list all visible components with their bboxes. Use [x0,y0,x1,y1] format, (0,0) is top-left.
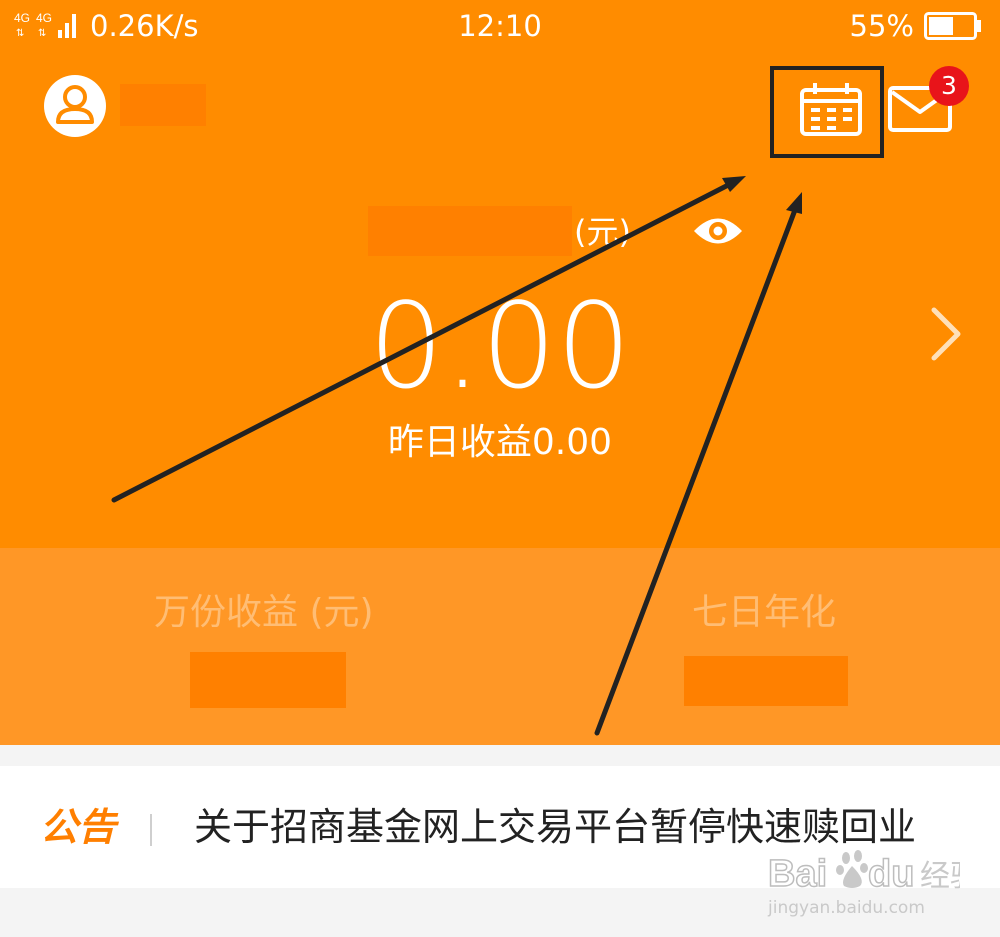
battery-icon [924,12,981,40]
details-chevron[interactable] [924,306,964,362]
calendar-button[interactable] [770,66,884,158]
per-10k-value-redacted [190,652,346,708]
stats-band [0,548,1000,745]
divider [150,814,152,846]
unread-badge: 3 [929,66,969,106]
user-icon [56,85,94,124]
notice-tag: 公告 [40,805,117,849]
per-10k-label: 万份收益 (元) [154,592,374,633]
svg-text:经验: 经验 [920,859,960,894]
status-bar: 4G 4G ⇅ ⇅ 0.26K/s 12:10 55% [0,0,1000,52]
watermark-url: jingyan.baidu.com [768,898,925,918]
username-redacted [120,84,206,126]
eye-icon [694,218,742,244]
seven-day-value-redacted [684,656,848,706]
avatar[interactable] [44,75,106,137]
chevron-right-icon [931,307,961,361]
battery-percent: 55% [849,9,914,43]
balance-amount[interactable]: 0.00 [0,282,1000,410]
svg-text:Bai: Bai [768,853,827,895]
seven-day-label: 七日年化 [692,592,837,633]
label-redacted [368,206,572,256]
yesterday-earnings: 昨日收益0.00 [387,422,613,463]
calendar-icon [800,83,862,136]
svg-text:du: du [868,853,914,895]
balance-unit: (元) [574,213,631,251]
visibility-toggle[interactable] [692,212,744,250]
